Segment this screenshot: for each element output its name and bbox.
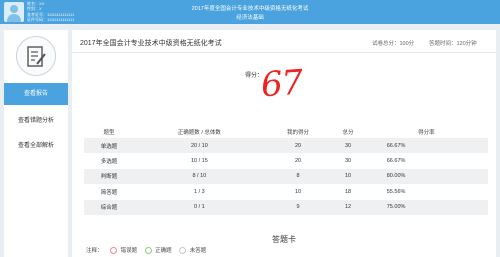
section-total: 18	[331, 184, 365, 200]
question-type: 判断题	[84, 168, 135, 185]
column-header: 得分率	[418, 130, 435, 136]
my-score: 20	[264, 153, 332, 169]
report-panel: 2017年全国会计专业技术中级资格无纸化考试 试卷总分：100分 答题时间：12…	[72, 30, 496, 257]
score-rate: 80.00%	[364, 168, 488, 185]
exam-subject: 经济法基础	[236, 15, 264, 21]
wrong-marker-icon	[110, 246, 118, 254]
sidebar-item-error-analysis[interactable]: 查看错题分析	[4, 110, 68, 132]
table-row: 单选题 20 / 10 20 30 66.67%	[84, 138, 488, 154]
question-type: 单选题	[84, 138, 135, 154]
score-rate: 66.67%	[364, 153, 488, 169]
legend-wrong: 错误题	[120, 248, 138, 254]
column-header: 正确题数 / 总体数	[177, 130, 221, 136]
total-score: 试卷总分：100分	[372, 41, 415, 47]
correct-marker-icon	[144, 246, 152, 254]
answer-time: 答题时间：120分钟	[429, 41, 477, 47]
answer-legend: 注释： 错误题 正确题 未答题	[86, 246, 206, 254]
score-table: 题型 正确题数 / 总体数 我的得分 总分 得分率 单选题 20 / 10 20…	[84, 126, 488, 215]
legend-unanswered: 未答题	[189, 248, 207, 254]
answer-card-title: 答题卡	[272, 235, 296, 244]
document-edit-icon	[16, 36, 56, 76]
sidebar-item-all-explanations[interactable]: 查看全部解析	[4, 135, 68, 157]
correct-count: 20 / 10	[134, 138, 265, 154]
unanswered-marker-icon	[179, 246, 187, 254]
correct-count: 10 / 15	[134, 153, 265, 169]
score-rate: 66.67%	[364, 138, 488, 154]
column-header: 总分	[342, 130, 354, 136]
section-total: 30	[331, 153, 365, 169]
section-total: 10	[331, 168, 365, 185]
table-row: 简答题 1 / 3 10 18 55.56%	[84, 184, 488, 200]
my-score: 8	[264, 168, 332, 185]
column-header: 题型	[103, 130, 115, 136]
divider	[72, 52, 496, 53]
correct-count: 8 / 10	[134, 168, 265, 185]
table-row: 综合题 0 / 1 9 12 75.00%	[84, 199, 488, 215]
page-title: 2017年全国会计专业技术中级资格无纸化考试	[80, 40, 222, 47]
table-row: 判断题 8 / 10 8 10 80.00%	[84, 168, 488, 185]
question-type: 多选题	[84, 153, 135, 169]
my-score: 9	[264, 199, 332, 215]
question-type: 综合题	[84, 199, 135, 215]
my-score: 20	[264, 138, 332, 154]
question-type: 简答题	[84, 184, 135, 200]
correct-count: 0 / 1	[134, 199, 265, 215]
score-rate: 55.56%	[364, 184, 488, 200]
score-value: 67	[259, 62, 304, 106]
score-rate: 75.00%	[364, 199, 488, 215]
my-score: 10	[264, 184, 332, 200]
sidebar-item-report[interactable]: 查看报告	[4, 83, 68, 105]
column-header: 我的得分	[287, 130, 310, 136]
top-header: 姓名：XX 性别：X 准考证号：11111111111111 证件号码：1111…	[0, 0, 500, 24]
legend-correct: 正确题	[155, 248, 172, 254]
sidebar: 查看报告 查看错题分析 查看全部解析	[4, 30, 68, 257]
exam-header-title: 2017年度全国会计专业技术中级资格无纸化考试	[191, 6, 309, 12]
legend-label: 注释：	[86, 248, 103, 254]
section-total: 30	[331, 138, 365, 154]
correct-count: 1 / 3	[134, 184, 265, 200]
table-row: 多选题 10 / 15 20 30 66.67%	[84, 153, 488, 169]
section-total: 12	[331, 199, 365, 215]
table-header-row: 题型 正确题数 / 总体数 我的得分 总分 得分率	[84, 126, 488, 138]
